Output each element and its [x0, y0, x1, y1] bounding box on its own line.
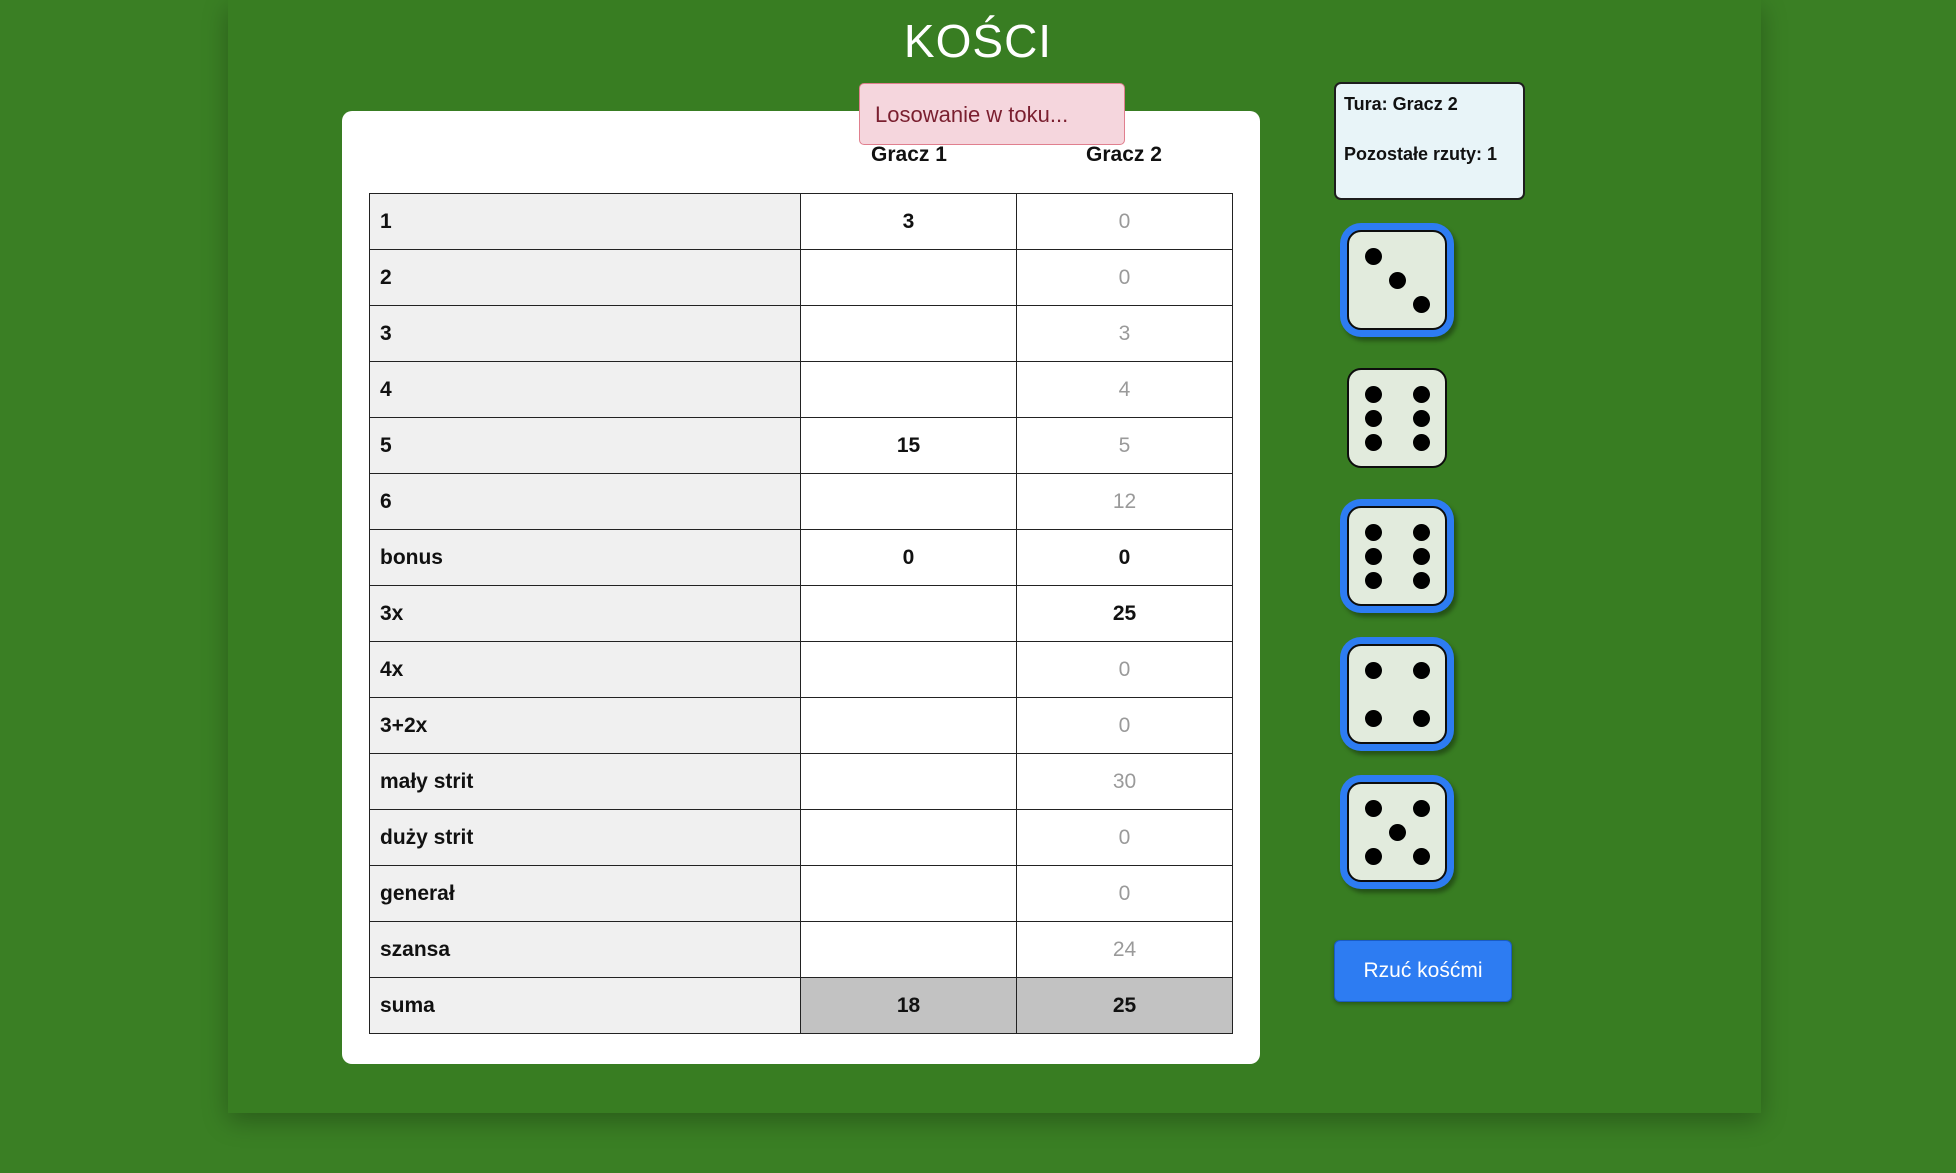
score-row: generał 0: [369, 865, 1233, 922]
category-label: duży strit: [369, 809, 801, 866]
die-pip: [1412, 571, 1430, 589]
category-label: 3x: [369, 585, 801, 642]
die-pip: [1412, 385, 1430, 403]
player2-score-option[interactable]: 3: [1016, 305, 1233, 362]
die-pip: [1388, 823, 1406, 841]
player2-score-option: 0: [1016, 529, 1233, 586]
page-title: KOŚCI: [903, 15, 1053, 67]
category-label: 2: [369, 249, 801, 306]
player1-total: 18: [800, 977, 1017, 1034]
die-pip: [1364, 709, 1382, 727]
category-label: 5: [369, 417, 801, 474]
player1-score-cell: [800, 641, 1017, 698]
player1-score-cell: 0: [800, 529, 1017, 586]
die-pip: [1412, 433, 1430, 451]
player2-score-option[interactable]: 0: [1016, 697, 1233, 754]
total-row: suma 18 25: [369, 977, 1233, 1034]
die-pip: [1412, 295, 1430, 313]
player1-score-cell: 15: [800, 417, 1017, 474]
score-row: szansa 24: [369, 921, 1233, 978]
die-pip: [1364, 847, 1382, 865]
score-row: 44: [369, 361, 1233, 418]
score-row: duży strit 0: [369, 809, 1233, 866]
die-5[interactable]: [1347, 782, 1447, 882]
player2-score-option[interactable]: 5: [1016, 417, 1233, 474]
rolling-toast: Losowanie w toku...: [859, 83, 1125, 145]
player2-total: 25: [1016, 977, 1233, 1034]
player1-score-cell: [800, 473, 1017, 530]
die-pip: [1364, 661, 1382, 679]
player1-score-cell: [800, 809, 1017, 866]
category-label: bonus: [369, 529, 801, 586]
player2-header: Gracz 2: [1086, 143, 1162, 166]
player1-score-cell: [800, 865, 1017, 922]
die-3[interactable]: [1347, 506, 1447, 606]
player1-score-cell: [800, 753, 1017, 810]
player2-score-option[interactable]: 4: [1016, 361, 1233, 418]
die-pip: [1364, 571, 1382, 589]
die-pip: [1364, 433, 1382, 451]
status-panel: Tura: Gracz 2 Pozostałe rzuty: 1: [1334, 82, 1525, 200]
die-pip: [1412, 523, 1430, 541]
turn-label: Tura: Gracz 2: [1344, 94, 1458, 114]
score-row: 6 12: [369, 473, 1233, 530]
score-table: 1 3 0 2 0 3 3 4 4 5 15 5 6 12 bonus 0 0 3x 25 4x 0 3+2x 0 mały …: [369, 193, 1233, 1034]
die-pip: [1364, 523, 1382, 541]
die-pip: [1388, 271, 1406, 289]
category-label: 1: [369, 193, 801, 250]
player1-score-cell: 3: [800, 193, 1017, 250]
category-label: 3: [369, 305, 801, 362]
player2-score-option[interactable]: 0: [1016, 865, 1233, 922]
player2-score-option[interactable]: 0: [1016, 809, 1233, 866]
die-pip: [1364, 799, 1382, 817]
category-label: 6: [369, 473, 801, 530]
die-pip: [1412, 547, 1430, 565]
score-row: bonus 0 0: [369, 529, 1233, 586]
score-row: 4x 0: [369, 641, 1233, 698]
player2-score-option[interactable]: 24: [1016, 921, 1233, 978]
die-pip: [1412, 799, 1430, 817]
player1-score-cell: [800, 921, 1017, 978]
score-row: 20: [369, 249, 1233, 306]
die-pip: [1412, 409, 1430, 427]
die-pip: [1364, 247, 1382, 265]
total-label: suma: [369, 977, 801, 1034]
category-label: 3+2x: [369, 697, 801, 754]
player1-header: Gracz 1: [871, 143, 947, 166]
die-pip: [1412, 847, 1430, 865]
category-label: 4: [369, 361, 801, 418]
die-1[interactable]: [1347, 230, 1447, 330]
die-4[interactable]: [1347, 644, 1447, 744]
player1-score-cell: [800, 249, 1017, 306]
score-row: mały strit 30: [369, 753, 1233, 810]
player2-score-option[interactable]: 0: [1016, 193, 1233, 250]
player2-score-option[interactable]: 30: [1016, 753, 1233, 810]
die-pip: [1364, 409, 1382, 427]
score-row: 5 15 5: [369, 417, 1233, 474]
rolls-left-label: Pozostałe rzuty: 1: [1344, 144, 1498, 164]
category-label: mały strit: [369, 753, 801, 810]
die-pip: [1412, 661, 1430, 679]
die-pip: [1364, 385, 1382, 403]
player2-score-option[interactable]: 0: [1016, 641, 1233, 698]
die-2[interactable]: [1347, 368, 1447, 468]
score-row: 3+2x 0: [369, 697, 1233, 754]
roll-dice-button[interactable]: Rzuć kośćmi: [1334, 940, 1512, 1002]
score-row: 33: [369, 305, 1233, 362]
category-label: generał: [369, 865, 801, 922]
player1-score-cell: [800, 361, 1017, 418]
player1-score-cell: [800, 305, 1017, 362]
player1-score-cell: [800, 697, 1017, 754]
player1-score-cell: [800, 585, 1017, 642]
score-row: 3x 25: [369, 585, 1233, 642]
player2-score-option[interactable]: 12: [1016, 473, 1233, 530]
player2-score-option: 25: [1016, 585, 1233, 642]
die-pip: [1412, 709, 1430, 727]
category-label: szansa: [369, 921, 801, 978]
category-label: 4x: [369, 641, 801, 698]
player2-score-option[interactable]: 0: [1016, 249, 1233, 306]
score-row: 130: [369, 193, 1233, 250]
die-pip: [1364, 547, 1382, 565]
